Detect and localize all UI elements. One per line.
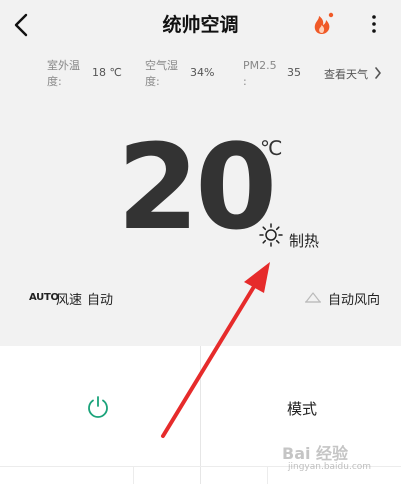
chevron-right-icon[interactable] xyxy=(374,67,382,79)
temperature-display: 20 xyxy=(117,118,277,256)
fan-speed-value: 自动 xyxy=(87,293,114,308)
watermark-url: jingyan.baidu.com xyxy=(288,462,372,472)
temperature-unit: ℃ xyxy=(260,136,283,160)
cloud-icon xyxy=(305,292,321,303)
pm25-value: 35 xyxy=(287,66,301,79)
mode-button[interactable]: 模式 xyxy=(287,398,317,419)
pm25-label-2: : xyxy=(243,75,247,88)
panel-divider xyxy=(200,346,201,484)
sun-icon xyxy=(259,223,283,247)
wind-direction-label[interactable]: 自动风向 xyxy=(328,289,380,308)
humidity-label-2: 度: xyxy=(145,75,160,88)
watermark: Bai 经验 xyxy=(282,444,349,463)
outdoor-temp-label-1: 室外温 xyxy=(47,59,80,72)
view-weather-link[interactable]: 查看天气 xyxy=(324,66,368,82)
outdoor-temp-value: 18 ℃ xyxy=(92,66,122,79)
pm25-label-1: PM2.5 xyxy=(243,59,277,72)
fan-speed-label: 风速 xyxy=(56,293,83,308)
page-title: 统帅空调 xyxy=(162,14,239,36)
humidity-label-1: 空气湿 xyxy=(145,59,178,72)
auto-badge: AUTO xyxy=(29,292,59,303)
more-vertical-icon[interactable] xyxy=(362,12,386,36)
current-mode-label: 制热 xyxy=(289,232,320,250)
power-icon[interactable] xyxy=(85,394,111,420)
humidity-value: 34% xyxy=(190,66,215,79)
outdoor-temp-label-2: 度: xyxy=(47,75,62,88)
header: 统帅空调 xyxy=(0,0,401,48)
panel-divider xyxy=(267,466,268,484)
panel-divider xyxy=(133,466,134,484)
flame-icon[interactable] xyxy=(312,12,334,36)
